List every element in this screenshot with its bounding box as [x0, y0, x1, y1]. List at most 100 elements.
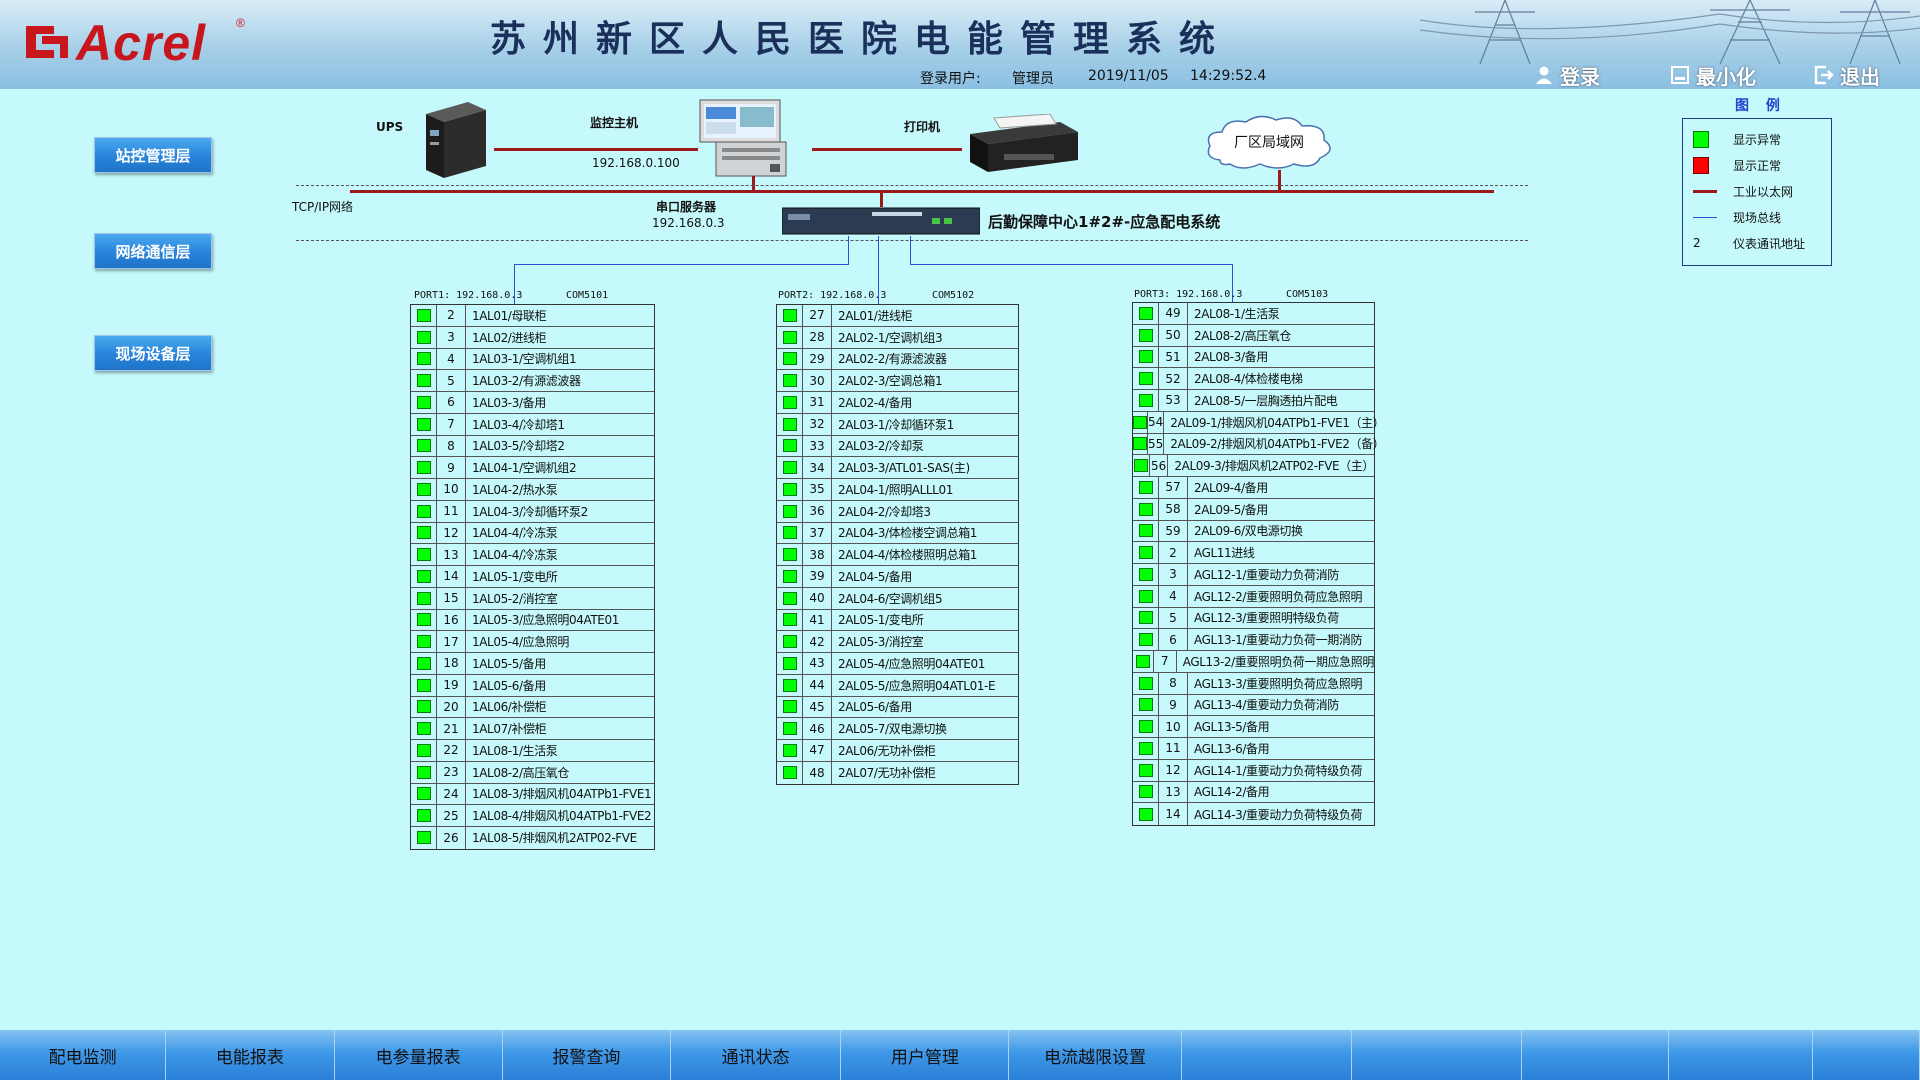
device-row[interactable]: 14 1AL05-1/变电所 — [411, 566, 654, 588]
device-row[interactable]: 53 2AL08-5/一层胸透拍片配电 — [1133, 390, 1374, 412]
device-row[interactable]: 51 2AL08-3/备用 — [1133, 346, 1374, 369]
device-name: 1AL08-4/排烟风机04ATPb1-FVE2 — [472, 809, 652, 824]
device-row[interactable]: 39 2AL04-5/备用 — [777, 566, 1018, 588]
device-row[interactable]: 9 1AL04-1/空调机组2 — [411, 457, 654, 479]
device-row[interactable]: 21 1AL07/补偿柜 — [411, 718, 654, 740]
device-row[interactable]: 32 2AL03-1/冷却循环泵1 — [777, 413, 1018, 436]
device-row[interactable]: 12 1AL04-4/冷冻泵 — [411, 522, 654, 545]
device-row[interactable]: 25 1AL08-4/排烟风机04ATPb1-FVE2 — [411, 805, 654, 827]
device-row[interactable]: 23 1AL08-2/高压氧仓 — [411, 761, 654, 784]
device-row[interactable]: 8 1AL03-5/冷却塔2 — [411, 435, 654, 458]
device-row[interactable]: 9 AGL13-4/重要动力负荷消防 — [1133, 694, 1374, 717]
nav-tab-9[interactable] — [1352, 1030, 1523, 1080]
device-row[interactable]: 42 2AL05-3/消控室 — [777, 631, 1018, 653]
nav-tab-8[interactable] — [1182, 1030, 1352, 1080]
device-row[interactable]: 37 2AL04-3/体检楼空调总箱1 — [777, 522, 1018, 545]
device-row[interactable]: 56 2AL09-3/排烟风机2ATP02-FVE（主） — [1133, 455, 1374, 477]
device-row[interactable]: 3 AGL12-1/重要动力负荷消防 — [1133, 564, 1374, 586]
device-row[interactable]: 10 AGL13-5/备用 — [1133, 716, 1374, 738]
device-row[interactable]: 29 2AL02-2/有源滤波器 — [777, 348, 1018, 371]
device-name: 2AL09-2/排烟风机04ATPb1-FVE2（备） — [1170, 437, 1385, 452]
device-row[interactable]: 38 2AL04-4/体检楼照明总箱1 — [777, 544, 1018, 566]
network-layer-button[interactable]: 网络通信层 — [94, 233, 212, 269]
device-row[interactable]: 43 2AL05-4/应急照明04ATE01 — [777, 653, 1018, 675]
nav-tab-2[interactable]: 电能报表 — [166, 1030, 335, 1080]
device-row[interactable]: 16 1AL05-3/应急照明04ATE01 — [411, 609, 654, 632]
device-row[interactable]: 10 1AL04-2/热水泵 — [411, 479, 654, 501]
nav-tab-6[interactable]: 用户管理 — [841, 1030, 1010, 1080]
device-row[interactable]: 11 AGL13-6/备用 — [1133, 738, 1374, 760]
device-row[interactable]: 12 AGL14-1/重要动力负荷特级负荷 — [1133, 759, 1374, 782]
device-row[interactable]: 58 2AL09-5/备用 — [1133, 498, 1374, 521]
nav-tab-11[interactable] — [1669, 1030, 1814, 1080]
device-row[interactable]: 5 AGL12-3/重要照明特级负荷 — [1133, 607, 1374, 630]
current-time: 14:29:52.4 — [1190, 68, 1267, 84]
exit-button[interactable]: 退出 — [1814, 63, 1880, 89]
device-row[interactable]: 7 AGL13-2/重要照明负荷一期应急照明 — [1133, 651, 1374, 673]
device-row[interactable]: 17 1AL05-4/应急照明 — [411, 631, 654, 653]
status-cell — [777, 674, 803, 696]
device-row[interactable]: 44 2AL05-5/应急照明04ATL01-E — [777, 674, 1018, 697]
device-address: 6 — [1159, 629, 1188, 650]
device-row[interactable]: 4 1AL03-1/空调机组1 — [411, 348, 654, 371]
device-row[interactable]: 8 AGL13-3/重要照明负荷应急照明 — [1133, 672, 1374, 695]
device-row[interactable]: 52 2AL08-4/体检楼电梯 — [1133, 368, 1374, 390]
device-row[interactable]: 55 2AL09-2/排烟风机04ATPb1-FVE2（备） — [1133, 433, 1385, 456]
device-row[interactable]: 40 2AL04-6/空调机组5 — [777, 587, 1018, 610]
device-row[interactable]: 45 2AL05-6/备用 — [777, 696, 1018, 719]
device-row[interactable]: 2 1AL01/母联柜 — [411, 305, 654, 327]
minimize-button[interactable]: 最小化 — [1670, 63, 1756, 89]
device-row[interactable]: 54 2AL09-1/排烟风机04ATPb1-FVE1（主） — [1133, 411, 1385, 434]
device-row[interactable]: 14 AGL14-3/重要动力负荷特级负荷 — [1133, 803, 1374, 825]
device-row[interactable]: 47 2AL06/无功补偿柜 — [777, 740, 1018, 762]
device-row[interactable]: 11 1AL04-3/冷却循环泵2 — [411, 500, 654, 523]
device-row[interactable]: 36 2AL04-2/冷却塔3 — [777, 500, 1018, 523]
device-address: 22 — [437, 740, 466, 761]
device-row[interactable]: 48 2AL07/无功补偿柜 — [777, 761, 1018, 784]
status-cell — [411, 587, 437, 609]
device-row[interactable]: 28 2AL02-1/空调机组3 — [777, 326, 1018, 349]
device-row[interactable]: 7 1AL03-4/冷却塔1 — [411, 413, 654, 436]
login-button[interactable]: 登录 — [1534, 63, 1600, 89]
current-date: 2019/11/05 — [1088, 68, 1169, 84]
device-row[interactable]: 20 1AL06/补偿柜 — [411, 696, 654, 719]
device-row[interactable]: 6 AGL13-1/重要动力负荷一期消防 — [1133, 629, 1374, 651]
device-row[interactable]: 2 AGL11进线 — [1133, 542, 1374, 564]
device-row[interactable]: 24 1AL08-3/排烟风机04ATPb1-FVE1 — [411, 783, 654, 806]
device-row[interactable]: 33 2AL03-2/冷却泵 — [777, 435, 1018, 458]
device-row[interactable]: 27 2AL01/进线柜 — [777, 305, 1018, 327]
device-row[interactable]: 59 2AL09-6/双电源切换 — [1133, 520, 1374, 543]
device-row[interactable]: 5 1AL03-2/有源滤波器 — [411, 370, 654, 392]
device-row[interactable]: 41 2AL05-1/变电所 — [777, 609, 1018, 632]
nav-tab-1[interactable]: 配电监测 — [0, 1030, 167, 1080]
device-row[interactable]: 3 1AL02/进线柜 — [411, 326, 654, 349]
device-row[interactable]: 13 AGL14-2/备用 — [1133, 781, 1374, 804]
nav-tab-4[interactable]: 报警查询 — [503, 1030, 672, 1080]
device-row[interactable]: 46 2AL05-7/双电源切换 — [777, 718, 1018, 740]
device-row[interactable]: 13 1AL04-4/冷冻泵 — [411, 544, 654, 566]
device-row[interactable]: 19 1AL05-6/备用 — [411, 674, 654, 697]
device-row[interactable]: 6 1AL03-3/备用 — [411, 392, 654, 414]
device-row[interactable]: 22 1AL08-1/生活泵 — [411, 740, 654, 762]
device-row[interactable]: 50 2AL08-2/高压氧仓 — [1133, 324, 1374, 347]
device-row[interactable]: 57 2AL09-4/备用 — [1133, 477, 1374, 499]
device-address: 28 — [803, 326, 832, 348]
device-row[interactable]: 34 2AL03-3/ATL01-SAS(主) — [777, 457, 1018, 479]
nav-tab-3[interactable]: 电参量报表 — [335, 1030, 503, 1080]
device-row[interactable]: 31 2AL02-4/备用 — [777, 392, 1018, 414]
device-name: 2AL08-2/高压氧仓 — [1194, 328, 1292, 343]
device-row[interactable]: 15 1AL05-2/消控室 — [411, 587, 654, 610]
station-layer-button[interactable]: 站控管理层 — [94, 137, 212, 173]
field-layer-button[interactable]: 现场设备层 — [94, 335, 212, 371]
device-row[interactable]: 18 1AL05-5/备用 — [411, 653, 654, 675]
device-row[interactable]: 35 2AL04-1/照明ALLL01 — [777, 479, 1018, 501]
acrel-logo: Acrel ® — [24, 14, 254, 71]
device-row[interactable]: 49 2AL08-1/生活泵 — [1133, 303, 1374, 325]
nav-tab-7[interactable]: 电流越限设置 — [1009, 1030, 1182, 1080]
device-row[interactable]: 26 1AL08-5/排烟风机2ATP02-FVE — [411, 827, 654, 849]
device-row[interactable]: 4 AGL12-2/重要照明负荷应急照明 — [1133, 585, 1374, 608]
nav-tab-5[interactable]: 通讯状态 — [671, 1030, 842, 1080]
nav-tab-12[interactable] — [1813, 1030, 1920, 1080]
device-row[interactable]: 30 2AL02-3/空调总箱1 — [777, 370, 1018, 392]
nav-tab-10[interactable] — [1522, 1030, 1669, 1080]
